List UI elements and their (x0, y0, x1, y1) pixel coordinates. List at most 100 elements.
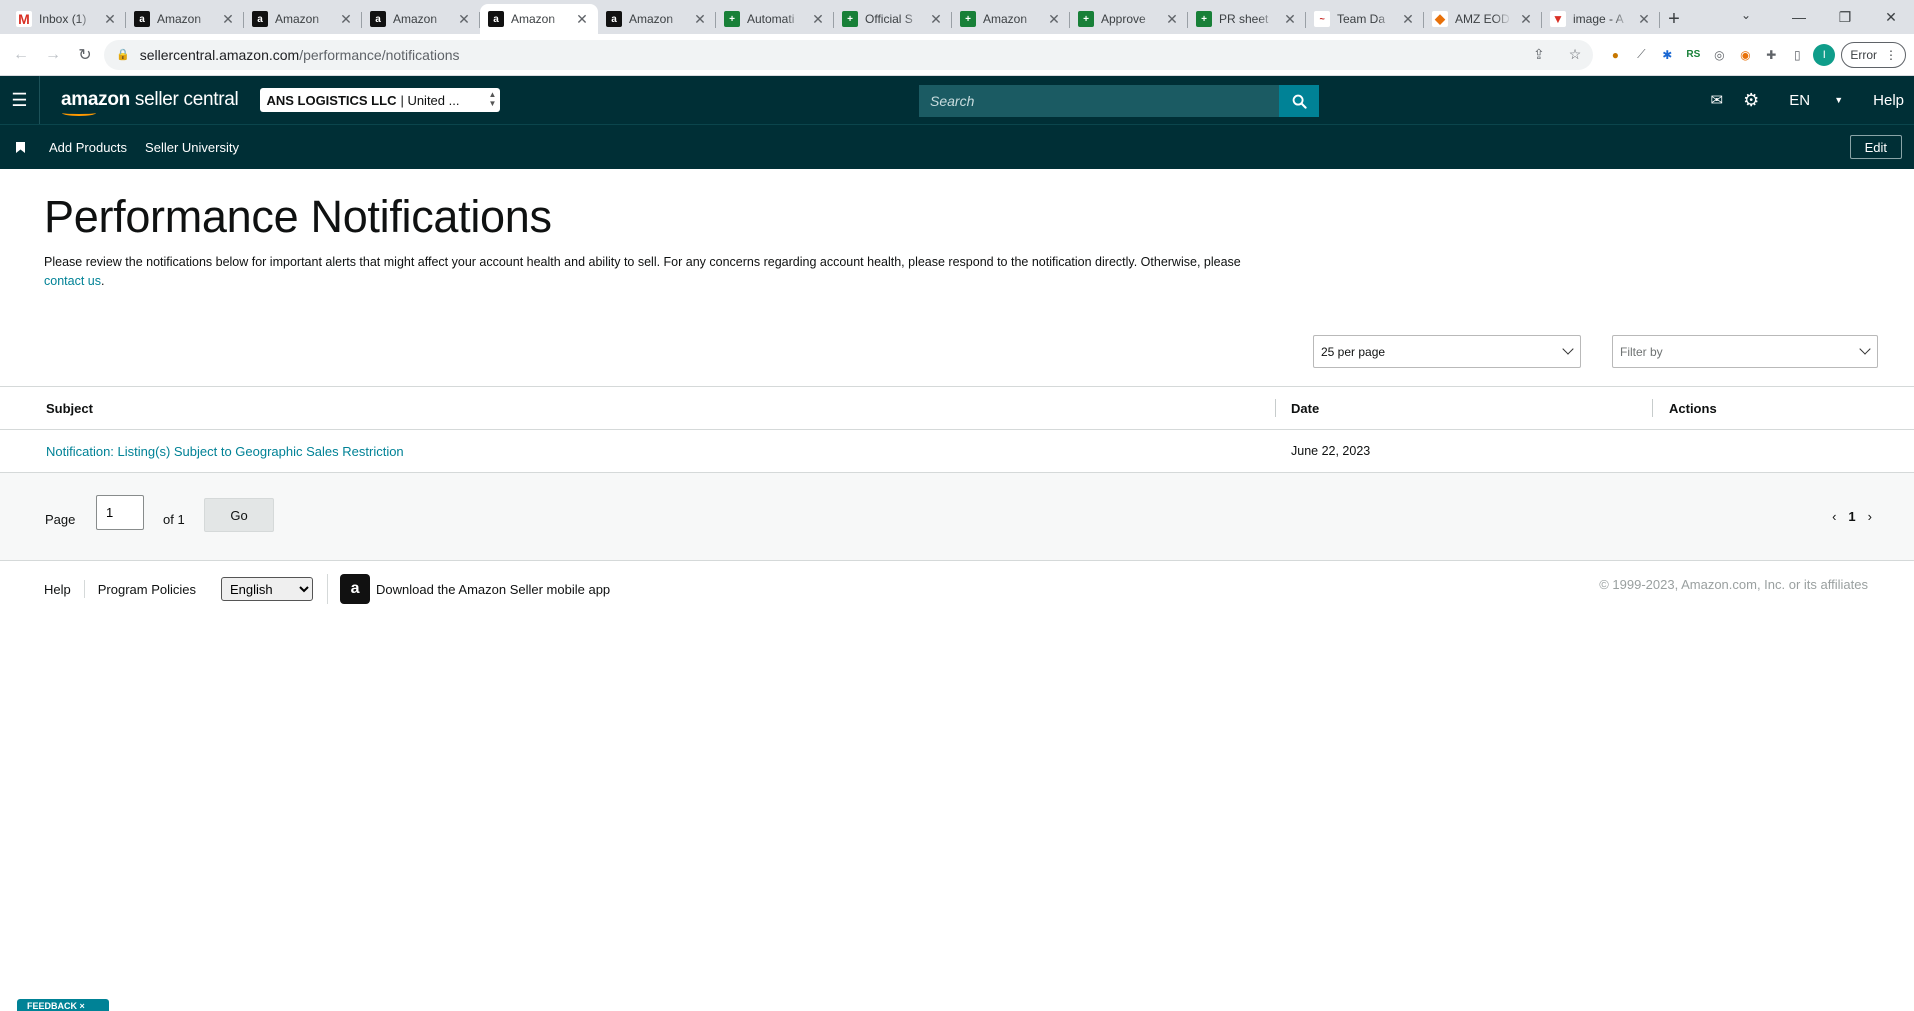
page-title: Performance Notifications (44, 191, 552, 242)
tab-close-icon[interactable]: ✕ (1164, 11, 1180, 28)
browser-tab[interactable]: a Amazon ✕ (480, 4, 598, 34)
tab-close-icon[interactable]: ✕ (1282, 11, 1298, 28)
extension-arrow-icon[interactable]: ⟋ (1631, 45, 1651, 65)
tab-label: Amazon (511, 12, 556, 26)
per-page-select[interactable]: 25 per page (1313, 335, 1581, 368)
notifications-table: Subject Date Actions Notification: Listi… (0, 386, 1914, 473)
lock-icon[interactable]: 🔒 (116, 48, 130, 61)
header-help-link[interactable]: Help (1863, 92, 1914, 109)
tab-label: Approve (1101, 12, 1146, 26)
subnav-add-products[interactable]: Add Products (40, 140, 136, 155)
sheets-icon: + (724, 11, 740, 27)
copyright: © 1999-2023, Amazon.com, Inc. or its aff… (1599, 577, 1868, 592)
profile-avatar[interactable]: I (1813, 43, 1836, 66)
browser-tab[interactable]: M Inbox (1) ✕ (8, 4, 126, 34)
prev-page-icon[interactable]: ‹ (1832, 509, 1836, 524)
tab-close-icon[interactable]: ✕ (1400, 11, 1416, 28)
tab-close-icon[interactable]: ✕ (220, 11, 236, 28)
mail-icon[interactable]: ✉ (1700, 91, 1733, 109)
bookmark-icon[interactable] (0, 141, 40, 153)
new-tab-button[interactable]: + (1660, 4, 1688, 34)
column-divider[interactable] (1652, 399, 1653, 417)
notification-subject-link[interactable]: Notification: Listing(s) Subject to Geog… (46, 444, 404, 459)
subnav-seller-university[interactable]: Seller University (136, 140, 248, 155)
tab-close-icon[interactable]: ✕ (810, 11, 826, 28)
tab-close-icon[interactable]: ✕ (1518, 11, 1534, 28)
browser-toolbar: ← → ↻ 🔒 sellercentral.amazon.com/perform… (0, 34, 1914, 76)
share-icon[interactable]: ⇪ (1533, 46, 1545, 63)
contact-us-link[interactable]: contact us (44, 274, 101, 288)
seller-search (919, 85, 1319, 117)
search-button[interactable] (1279, 85, 1319, 117)
browser-tab[interactable]: ▼ image - A ✕ (1542, 4, 1660, 34)
header-date[interactable]: Date (1291, 401, 1319, 416)
forward-icon[interactable]: → (40, 42, 66, 68)
extension-orange-icon[interactable]: ◉ (1735, 45, 1755, 65)
current-page-number[interactable]: 1 (1848, 509, 1855, 524)
search-input[interactable] (919, 85, 1279, 117)
page-number-input[interactable] (96, 495, 144, 530)
extension-hat-icon[interactable]: ◎ (1709, 45, 1729, 65)
tab-close-icon[interactable]: ✕ (1636, 11, 1652, 28)
tab-close-icon[interactable]: ✕ (102, 11, 118, 28)
gmail-icon: M (16, 11, 32, 27)
account-switcher[interactable]: ANS LOGISTICS LLC | United ... ▲ ▼ (260, 88, 501, 112)
sheets-icon: + (1196, 11, 1212, 27)
sheets-icon: + (842, 11, 858, 27)
hamburger-menu-icon[interactable]: ☰ (0, 76, 40, 124)
extension-helium-icon[interactable]: ✱ (1657, 45, 1677, 65)
go-button[interactable]: Go (204, 498, 274, 532)
main-content: Performance Notifications Please review … (0, 191, 1914, 291)
extension-honey-icon[interactable]: ● (1605, 45, 1625, 65)
column-divider[interactable] (1275, 399, 1276, 417)
settings-gear-icon[interactable]: ⚙ (1733, 90, 1769, 111)
browser-tab[interactable]: + PR sheet ✕ (1188, 4, 1306, 34)
browser-tab[interactable]: + Official S ✕ (834, 4, 952, 34)
browser-tab[interactable]: + Approve ✕ (1070, 4, 1188, 34)
caret-down-icon: ▼ (1834, 95, 1844, 105)
address-bar[interactable]: 🔒 sellercentral.amazon.com/performance/n… (104, 39, 1594, 70)
restore-icon[interactable]: ❐ (1822, 0, 1868, 34)
browser-tab[interactable]: a Amazon ✕ (244, 4, 362, 34)
reload-icon[interactable]: ↻ (72, 42, 98, 68)
browser-tab[interactable]: a Amazon ✕ (126, 4, 244, 34)
browser-tab[interactable]: a Amazon ✕ (362, 4, 480, 34)
team-icon: ~ (1314, 11, 1330, 27)
filter-select[interactable]: Filter by (1612, 335, 1878, 368)
page-nav: ‹ 1 › (1832, 509, 1872, 524)
amz-eod-icon: ◆ (1432, 11, 1448, 27)
browser-tab[interactable]: + Amazon ✕ (952, 4, 1070, 34)
tab-label: Team Da (1337, 12, 1386, 26)
tab-close-icon[interactable]: ✕ (338, 11, 354, 28)
side-panel-icon[interactable]: ▯ (1787, 45, 1807, 65)
seller-central-logo[interactable]: amazon seller central (40, 89, 260, 116)
tab-close-icon[interactable]: ✕ (692, 11, 708, 28)
tab-label: Amazon (275, 12, 320, 26)
edit-nav-button[interactable]: Edit (1849, 135, 1902, 159)
minimize-icon[interactable]: — (1776, 0, 1822, 34)
browser-tab[interactable]: ◆ AMZ EOD ✕ (1424, 4, 1542, 34)
tab-close-icon[interactable]: ✕ (1046, 11, 1062, 28)
tab-close-icon[interactable]: ✕ (456, 11, 472, 28)
feedback-tab[interactable]: FEEDBACK × (17, 999, 109, 1011)
close-window-icon[interactable]: ✕ (1868, 0, 1914, 34)
footer-program-policies-link[interactable]: Program Policies (85, 582, 209, 597)
tab-close-icon[interactable]: ✕ (928, 11, 944, 28)
browser-tab[interactable]: ~ Team Da ✕ (1306, 4, 1424, 34)
error-button[interactable]: Error ⋮ (1841, 41, 1906, 68)
footer-help-link[interactable]: Help (0, 582, 84, 597)
header-subject[interactable]: Subject (46, 401, 93, 416)
next-page-icon[interactable]: › (1868, 509, 1872, 524)
footer-language-select[interactable]: English (221, 577, 314, 601)
extensions-puzzle-icon[interactable]: ✚ (1761, 45, 1781, 65)
back-icon[interactable]: ← (8, 42, 34, 68)
bookmark-star-icon[interactable]: ☆ (1569, 46, 1582, 63)
tab-search-icon[interactable]: ⌄ (1728, 0, 1764, 30)
amazon-icon: a (488, 11, 504, 27)
browser-tab[interactable]: a Amazon ✕ (598, 4, 716, 34)
tab-close-icon[interactable]: ✕ (574, 11, 590, 28)
language-selector[interactable]: EN ▼ (1769, 92, 1863, 109)
mobile-app-link[interactable]: a Download the Amazon Seller mobile app (327, 574, 610, 604)
extension-rs-icon[interactable]: RS (1683, 45, 1703, 65)
browser-tab[interactable]: + Automati ✕ (716, 4, 834, 34)
